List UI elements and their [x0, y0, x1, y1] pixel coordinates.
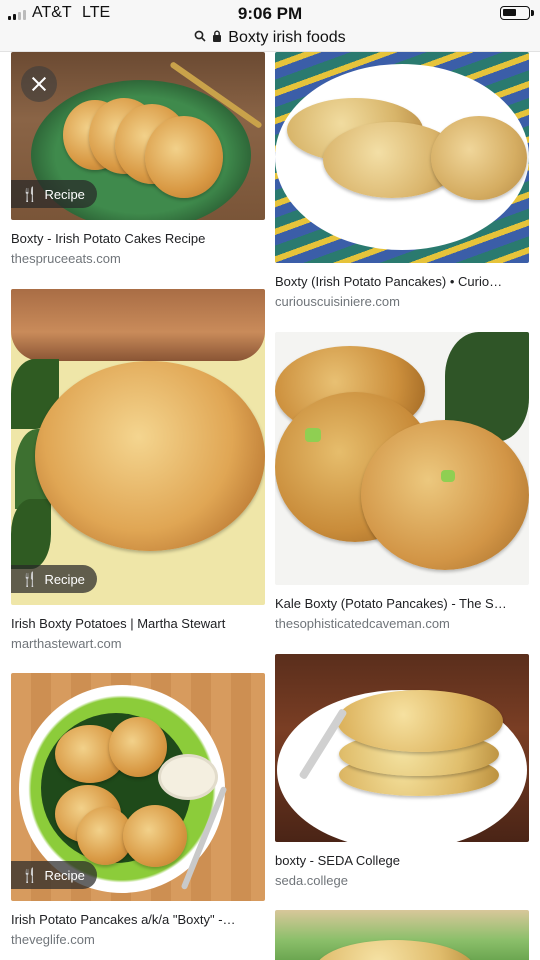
- result-title[interactable]: Kale Boxty (Potato Pancakes) - The S…: [275, 595, 529, 613]
- status-bar: AT&T LTE 9:06 PM: [0, 0, 540, 24]
- result-domain: thesophisticatedcaveman.com: [275, 616, 450, 631]
- fork-knife-icon: 🍴: [21, 570, 39, 587]
- result-title[interactable]: Irish Boxty Potatoes | Martha Stewart: [11, 615, 265, 633]
- result-title[interactable]: Boxty - Irish Potato Cakes Recipe: [11, 230, 265, 248]
- image-results-grid: 🍴 Recipe Boxty - Irish Potato Cakes Reci…: [0, 52, 540, 960]
- recipe-badge: 🍴 Recipe: [11, 565, 97, 593]
- close-button[interactable]: [21, 66, 57, 102]
- battery-icon: [500, 6, 534, 20]
- result-title[interactable]: Boxty (Irish Potato Pancakes) • Curio…: [275, 273, 529, 291]
- result-image[interactable]: [275, 52, 529, 263]
- recipe-badge-label: Recipe: [44, 186, 85, 202]
- lock-icon: [212, 30, 222, 45]
- result-domain: curiouscuisiniere.com: [275, 294, 400, 309]
- result-domain: thespruceeats.com: [11, 251, 121, 266]
- result-card[interactable]: Boxty (Irish Potato Pancakes) • Curio… c…: [275, 52, 529, 311]
- result-image[interactable]: 🍴 Recipe: [11, 289, 265, 605]
- result-title[interactable]: Irish Potato Pancakes a/k/a "Boxty" -…: [11, 911, 265, 929]
- recipe-badge: 🍴 Recipe: [11, 180, 97, 208]
- search-icon: [194, 30, 206, 45]
- result-card[interactable]: Kale Boxty (Potato Pancakes) - The S… th…: [275, 332, 529, 633]
- result-image[interactable]: 🍴 Recipe: [11, 52, 265, 220]
- result-card[interactable]: 🍴 Recipe Boxty - Irish Potato Cakes Reci…: [11, 52, 265, 268]
- result-domain: theveglife.com: [11, 932, 95, 947]
- result-image[interactable]: [275, 910, 529, 960]
- result-domain: marthastewart.com: [11, 636, 122, 651]
- result-card[interactable]: boxty - SEDA College seda.college: [275, 654, 529, 890]
- status-time: 9:06 PM: [237, 4, 303, 23]
- recipe-badge-label: Recipe: [44, 571, 85, 587]
- url-text: Boxty irish foods: [228, 28, 346, 46]
- recipe-badge: 🍴 Recipe: [11, 861, 97, 889]
- fork-knife-icon: 🍴: [21, 866, 39, 883]
- result-image[interactable]: [275, 332, 529, 585]
- address-bar[interactable]: Boxty irish foods: [0, 24, 540, 52]
- result-title[interactable]: boxty - SEDA College: [275, 852, 529, 870]
- result-card[interactable]: [275, 910, 529, 960]
- result-domain: seda.college: [275, 873, 348, 888]
- result-image[interactable]: [275, 654, 529, 842]
- result-card[interactable]: 🍴 Recipe Irish Potato Pancakes a/k/a "Bo…: [11, 673, 265, 949]
- fork-knife-icon: 🍴: [21, 185, 39, 202]
- result-image[interactable]: 🍴 Recipe: [11, 673, 265, 901]
- recipe-badge-label: Recipe: [44, 867, 85, 883]
- result-card[interactable]: 🍴 Recipe Irish Boxty Potatoes | Martha S…: [11, 289, 265, 653]
